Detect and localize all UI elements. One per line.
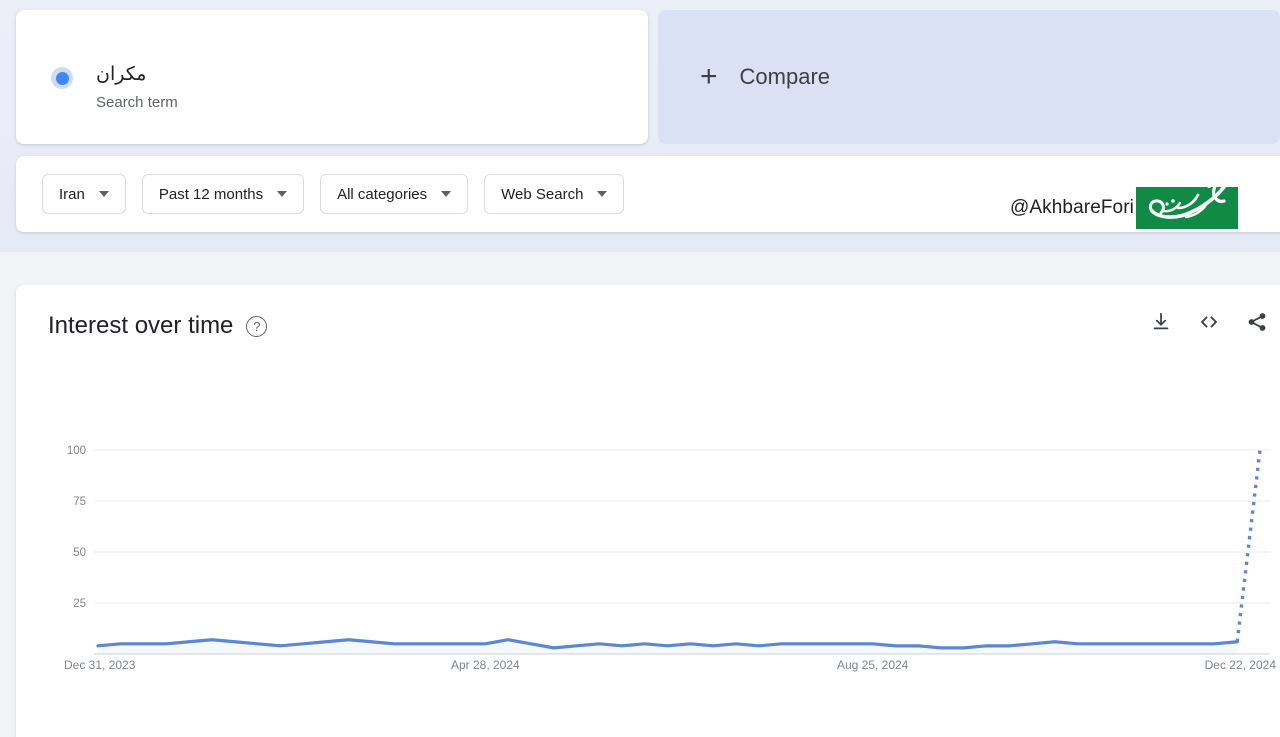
filter-chip-search-type-label: Web Search xyxy=(501,185,584,203)
x-tick-label: Dec 31, 2023 xyxy=(64,658,136,672)
x-tick-label: Dec 22, 2024 xyxy=(1205,658,1277,672)
filter-chip-time-range-label: Past 12 months xyxy=(158,185,264,203)
watermark: @AkhbareFori xyxy=(1010,177,1238,230)
filter-chip-group: Iran Past 12 months All categories Web S… xyxy=(42,174,625,214)
chevron-down-icon xyxy=(277,191,288,197)
series-partial-path xyxy=(1235,449,1262,642)
search-term-card[interactable]: مکران Search term xyxy=(16,10,648,144)
search-terms-row: مکران Search term + Compare xyxy=(16,10,1280,144)
interest-over-time-card: Interest over time ? 25 50 75 100 Dec 31… xyxy=(16,285,1280,737)
chevron-down-icon xyxy=(597,191,608,197)
chevron-down-icon xyxy=(441,191,452,197)
filter-chip-location[interactable]: Iran xyxy=(42,174,126,214)
x-tick-label: Aug 25, 2024 xyxy=(837,658,909,672)
search-term-label: مکران xyxy=(96,64,147,85)
filter-chip-time-range[interactable]: Past 12 months xyxy=(141,174,305,214)
filter-chip-search-type[interactable]: Web Search xyxy=(484,174,625,214)
series-color-dot-inner xyxy=(55,71,69,85)
chevron-down-icon xyxy=(98,191,109,197)
compare-card-content: + Compare xyxy=(700,10,830,144)
series-color-dot-halo xyxy=(51,67,73,89)
x-tick-label: Apr 28, 2024 xyxy=(451,658,520,672)
filter-chip-category-label: All categories xyxy=(337,185,428,203)
chart-x-axis-labels: Dec 31, 2023 Apr 28, 2024 Aug 25, 2024 Dec … xyxy=(64,658,1276,672)
watermark-handle: @AkhbareFori xyxy=(1010,197,1134,218)
compare-label: Compare xyxy=(739,64,831,89)
y-tick-label: 75 xyxy=(73,496,86,508)
filter-chip-location-label: Iran xyxy=(59,185,85,203)
y-tick-label: 100 xyxy=(67,445,86,457)
chart-svg: 25 50 75 100 Dec 31, 2023 Apr 28, 2024 Aug 25… xyxy=(64,445,1276,672)
akhbare-fori-logo xyxy=(1135,177,1238,229)
chart-series-partial-line xyxy=(1235,449,1262,642)
y-tick-label: 25 xyxy=(73,598,86,610)
interest-over-time-chart[interactable]: 25 50 75 100 Dec 31, 2023 Apr 28, 2024 Aug 25… xyxy=(16,285,1280,737)
series-color-dot xyxy=(42,58,82,98)
y-tick-label: 50 xyxy=(73,547,86,559)
chart-y-axis-labels: 25 50 75 100 xyxy=(67,445,86,610)
search-term-type-label: Search term xyxy=(96,94,178,111)
compare-card[interactable]: + Compare xyxy=(658,10,1280,144)
plus-icon: + xyxy=(700,60,718,93)
chart-gridlines xyxy=(94,449,1270,604)
filter-chip-category[interactable]: All categories xyxy=(320,174,469,214)
